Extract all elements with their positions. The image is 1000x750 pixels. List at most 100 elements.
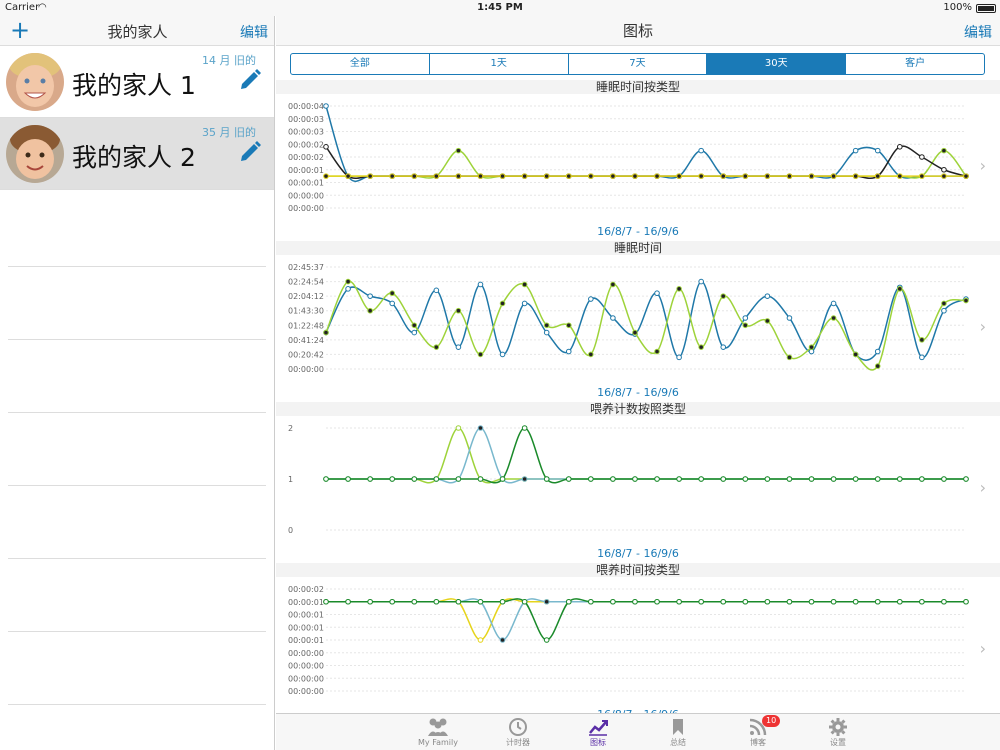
blog-badge: 10 — [762, 715, 781, 727]
data-point — [830, 300, 837, 307]
data-point — [632, 173, 638, 179]
data-point — [676, 354, 682, 361]
data-point — [588, 173, 594, 179]
family-icon — [428, 718, 448, 736]
avatar — [6, 125, 64, 183]
data-point — [477, 281, 484, 288]
data-point — [477, 173, 484, 179]
data-point — [367, 293, 373, 299]
y-tick-label: 00:00:03 — [288, 115, 324, 124]
tab-label: 图标 — [590, 738, 606, 747]
data-point — [610, 281, 616, 288]
data-point — [588, 476, 594, 482]
segment-7-days[interactable]: 7天 — [569, 54, 708, 74]
data-point — [477, 351, 484, 358]
data-point — [830, 598, 837, 605]
chart-feed-count-by-type[interactable]: 喂养计数按照类型 2 1 0 16/8/7 - 16/9/6 › — [276, 402, 1000, 560]
chart-sleep-by-type[interactable]: 睡眠时间按类型 00:00:04 00:00:03 00:00:03 00:00:02… — [276, 80, 1000, 238]
list-divider — [8, 485, 266, 486]
tab-my-family[interactable]: My Family — [398, 714, 478, 750]
data-point — [367, 173, 373, 179]
data-point — [874, 363, 881, 369]
data-point — [742, 315, 749, 321]
data-point — [676, 173, 682, 179]
data-point — [565, 476, 572, 482]
y-tick-label: 0 — [288, 526, 293, 535]
y-tick-label: 00:00:00 — [288, 674, 324, 683]
tab-label: My Family — [418, 738, 458, 747]
data-point — [411, 322, 418, 329]
chevron-right-icon[interactable]: › — [980, 639, 986, 658]
data-point — [852, 351, 859, 358]
data-point — [499, 300, 506, 307]
data-point — [565, 173, 572, 179]
data-point — [764, 476, 771, 482]
tab-timer[interactable]: 计时器 — [478, 714, 558, 750]
data-point — [874, 147, 881, 154]
segment-all[interactable]: 全部 — [291, 54, 430, 74]
y-tick-label: 00:00:01 — [288, 636, 324, 645]
data-point — [764, 318, 771, 324]
edit-pencil-icon[interactable] — [238, 68, 262, 92]
member-row-1[interactable]: 我的家人 1 14 月 旧的 — [0, 46, 274, 118]
chart-title: 喂养计数按照类型 — [276, 402, 1000, 416]
series-line — [325, 145, 967, 180]
series-line — [326, 427, 966, 484]
data-point — [610, 315, 616, 321]
data-point — [521, 173, 528, 179]
segment-custom[interactable]: 客户 — [846, 54, 984, 74]
y-tick-label: 00:00:01 — [288, 166, 324, 175]
data-point — [786, 476, 793, 482]
list-divider — [8, 558, 266, 559]
data-point — [411, 173, 418, 179]
charts-edit-button[interactable]: 编辑 — [964, 22, 992, 42]
data-point — [720, 173, 727, 179]
edit-pencil-icon[interactable] — [238, 140, 262, 164]
segment-1-day[interactable]: 1天 — [430, 54, 569, 74]
data-point — [433, 287, 440, 294]
bookmark-icon — [673, 719, 683, 735]
data-point — [323, 329, 329, 336]
member-name: 我的家人 2 — [72, 143, 196, 172]
data-point — [698, 278, 704, 285]
data-point — [499, 598, 506, 605]
data-point — [323, 103, 329, 109]
chevron-right-icon[interactable]: › — [980, 156, 986, 175]
series-line — [326, 149, 967, 179]
data-point — [455, 307, 462, 314]
data-point — [919, 354, 925, 361]
data-point — [521, 476, 528, 482]
data-point — [654, 476, 660, 482]
data-point — [433, 344, 440, 350]
data-point — [963, 598, 969, 605]
y-tick-label: 00:00:01 — [288, 623, 324, 632]
data-point — [654, 173, 660, 179]
data-point — [786, 354, 793, 361]
sidebar-edit-button[interactable]: 编辑 — [240, 22, 268, 42]
data-point — [367, 476, 373, 482]
tab-charts[interactable]: 图标 — [558, 714, 638, 750]
data-point — [455, 344, 462, 350]
data-point — [521, 598, 528, 605]
data-point — [830, 315, 837, 321]
segment-30-days[interactable]: 30天 — [707, 54, 847, 74]
y-tick-label: 00:41:24 — [288, 336, 324, 345]
chevron-right-icon[interactable]: › — [980, 478, 986, 497]
tab-settings[interactable]: 设置 — [798, 714, 878, 750]
chart-feed-time-by-type[interactable]: 喂养时间按类型 00:00:02 00:00:01 00:00:01 00:00:01… — [276, 563, 1000, 721]
chevron-right-icon[interactable]: › — [980, 317, 986, 336]
tab-label: 总结 — [670, 738, 686, 747]
data-point — [345, 173, 351, 179]
series-line — [326, 427, 966, 484]
data-point — [852, 173, 859, 179]
data-point — [455, 476, 462, 482]
y-tick-label: 00:00:01 — [288, 598, 324, 607]
tab-label: 设置 — [830, 738, 846, 747]
member-row-2[interactable]: 我的家人 2 35 月 旧的 — [0, 118, 274, 190]
data-point — [919, 598, 925, 605]
chart-sleep-time[interactable]: 睡眠时间 02:45:37 02:24:54 02:04:12 01:43:30 01:… — [276, 241, 1000, 399]
y-tick-label: 00:00:02 — [288, 153, 324, 162]
tab-summary[interactable]: 总结 — [638, 714, 718, 750]
chart-title: 睡眠时间按类型 — [276, 80, 1000, 94]
tab-blog[interactable]: 10 博客 — [718, 714, 798, 750]
